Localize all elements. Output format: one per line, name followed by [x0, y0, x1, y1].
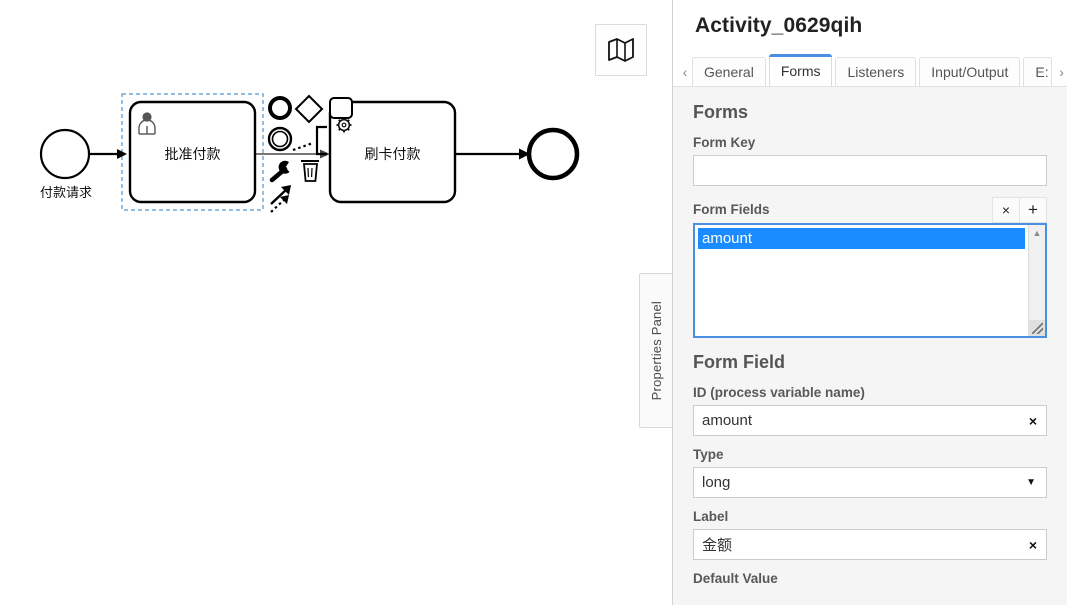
append-task-icon[interactable]: [329, 97, 353, 119]
form-fields-list[interactable]: amount ▲ ▼: [693, 223, 1047, 338]
form-field-label-value: 金额: [702, 537, 733, 554]
form-fields-label: Form Fields: [693, 202, 770, 217]
panel-body: Forms Form Key Form Fields × + amount ▲ …: [673, 86, 1067, 605]
properties-panel: Activity_0629qih ‹ General Forms Listene…: [672, 0, 1067, 605]
minimap-toggle-button[interactable]: [595, 24, 647, 76]
form-field-default-value-label: Default Value: [693, 571, 778, 586]
chevron-right-icon[interactable]: ›: [1054, 58, 1067, 86]
form-field-label-label: Label: [693, 509, 729, 524]
tab-forms[interactable]: Forms: [768, 54, 833, 86]
form-field-type-label: Type: [693, 447, 724, 462]
service-task-label: 刷卡付款: [364, 147, 421, 163]
append-subprocess-icon[interactable]: [292, 125, 327, 156]
form-field-label-input[interactable]: 金额 ×: [693, 529, 1047, 560]
panel-title: Activity_0629qih: [695, 14, 863, 37]
bpmn-diagram: [39, 93, 580, 213]
list-item[interactable]: amount: [698, 228, 1025, 249]
user-task-label: 批准付款: [164, 147, 221, 163]
clear-icon[interactable]: ×: [1029, 414, 1037, 428]
bpmn-canvas[interactable]: 付款请求 批准付款 刷卡付款 Properties Panel: [0, 0, 672, 605]
form-field-id-input[interactable]: amount ×: [693, 405, 1047, 436]
tab-input-output[interactable]: Input/Output: [919, 57, 1021, 86]
append-end-event-icon[interactable]: [268, 96, 292, 120]
form-key-input[interactable]: [693, 155, 1047, 186]
delete-trash-icon[interactable]: [301, 160, 319, 182]
remove-form-field-button[interactable]: ×: [992, 197, 1020, 223]
form-field-id-value: amount: [702, 412, 753, 429]
end-event-shape[interactable]: [526, 127, 580, 181]
forms-section-title: Forms: [693, 102, 749, 122]
form-key-label: Form Key: [693, 135, 756, 150]
chevron-down-icon[interactable]: ▼: [1026, 477, 1036, 488]
clear-icon[interactable]: ×: [1029, 538, 1037, 552]
connect-arrow-icon[interactable]: [270, 185, 291, 213]
tab-extensions[interactable]: E:: [1023, 57, 1052, 86]
app-root: 付款请求 批准付款 刷卡付款 Properties Panel Activity…: [0, 0, 1067, 605]
tab-general-label: General: [704, 64, 754, 80]
panel-tab-bar: ‹ General Forms Listeners Input/Output E…: [673, 54, 1067, 86]
panel-header: Activity_0629qih ‹ General Forms Listene…: [673, 0, 1067, 86]
form-fields-header: Form Fields × +: [693, 197, 1047, 223]
resize-grip-handle[interactable]: [1028, 320, 1045, 336]
tab-listeners-label: Listeners: [847, 64, 905, 80]
map-icon: [608, 38, 634, 62]
form-fields-scrollbar[interactable]: ▲ ▼: [1028, 225, 1045, 336]
tab-input-output-label: Input/Output: [931, 64, 1009, 80]
append-gateway-icon[interactable]: [294, 94, 324, 124]
scroll-up-icon[interactable]: ▲: [1029, 225, 1045, 241]
chevron-left-icon[interactable]: ‹: [678, 58, 692, 86]
tab-extensions-label: E:: [1035, 64, 1049, 80]
form-fields-actions: × +: [992, 197, 1047, 223]
form-field-type-select[interactable]: long ▼: [693, 467, 1047, 498]
properties-panel-tab[interactable]: Properties Panel: [639, 273, 672, 428]
form-fields-list-inner: amount: [695, 225, 1028, 336]
form-field-id-label: ID (process variable name): [693, 385, 865, 400]
tab-general[interactable]: General: [692, 57, 766, 86]
form-field-section-title: Form Field: [693, 352, 786, 372]
change-type-wrench-icon[interactable]: [269, 160, 290, 183]
properties-panel-tab-label: Properties Panel: [649, 300, 664, 401]
append-intermediate-event-icon[interactable]: [267, 126, 293, 152]
add-form-field-button[interactable]: +: [1019, 197, 1047, 223]
start-event-shape[interactable]: [39, 128, 91, 180]
tab-listeners[interactable]: Listeners: [835, 57, 917, 86]
start-event-label: 付款请求: [39, 186, 92, 201]
form-field-type-value: long: [702, 474, 731, 491]
tab-forms-label: Forms: [780, 62, 821, 79]
